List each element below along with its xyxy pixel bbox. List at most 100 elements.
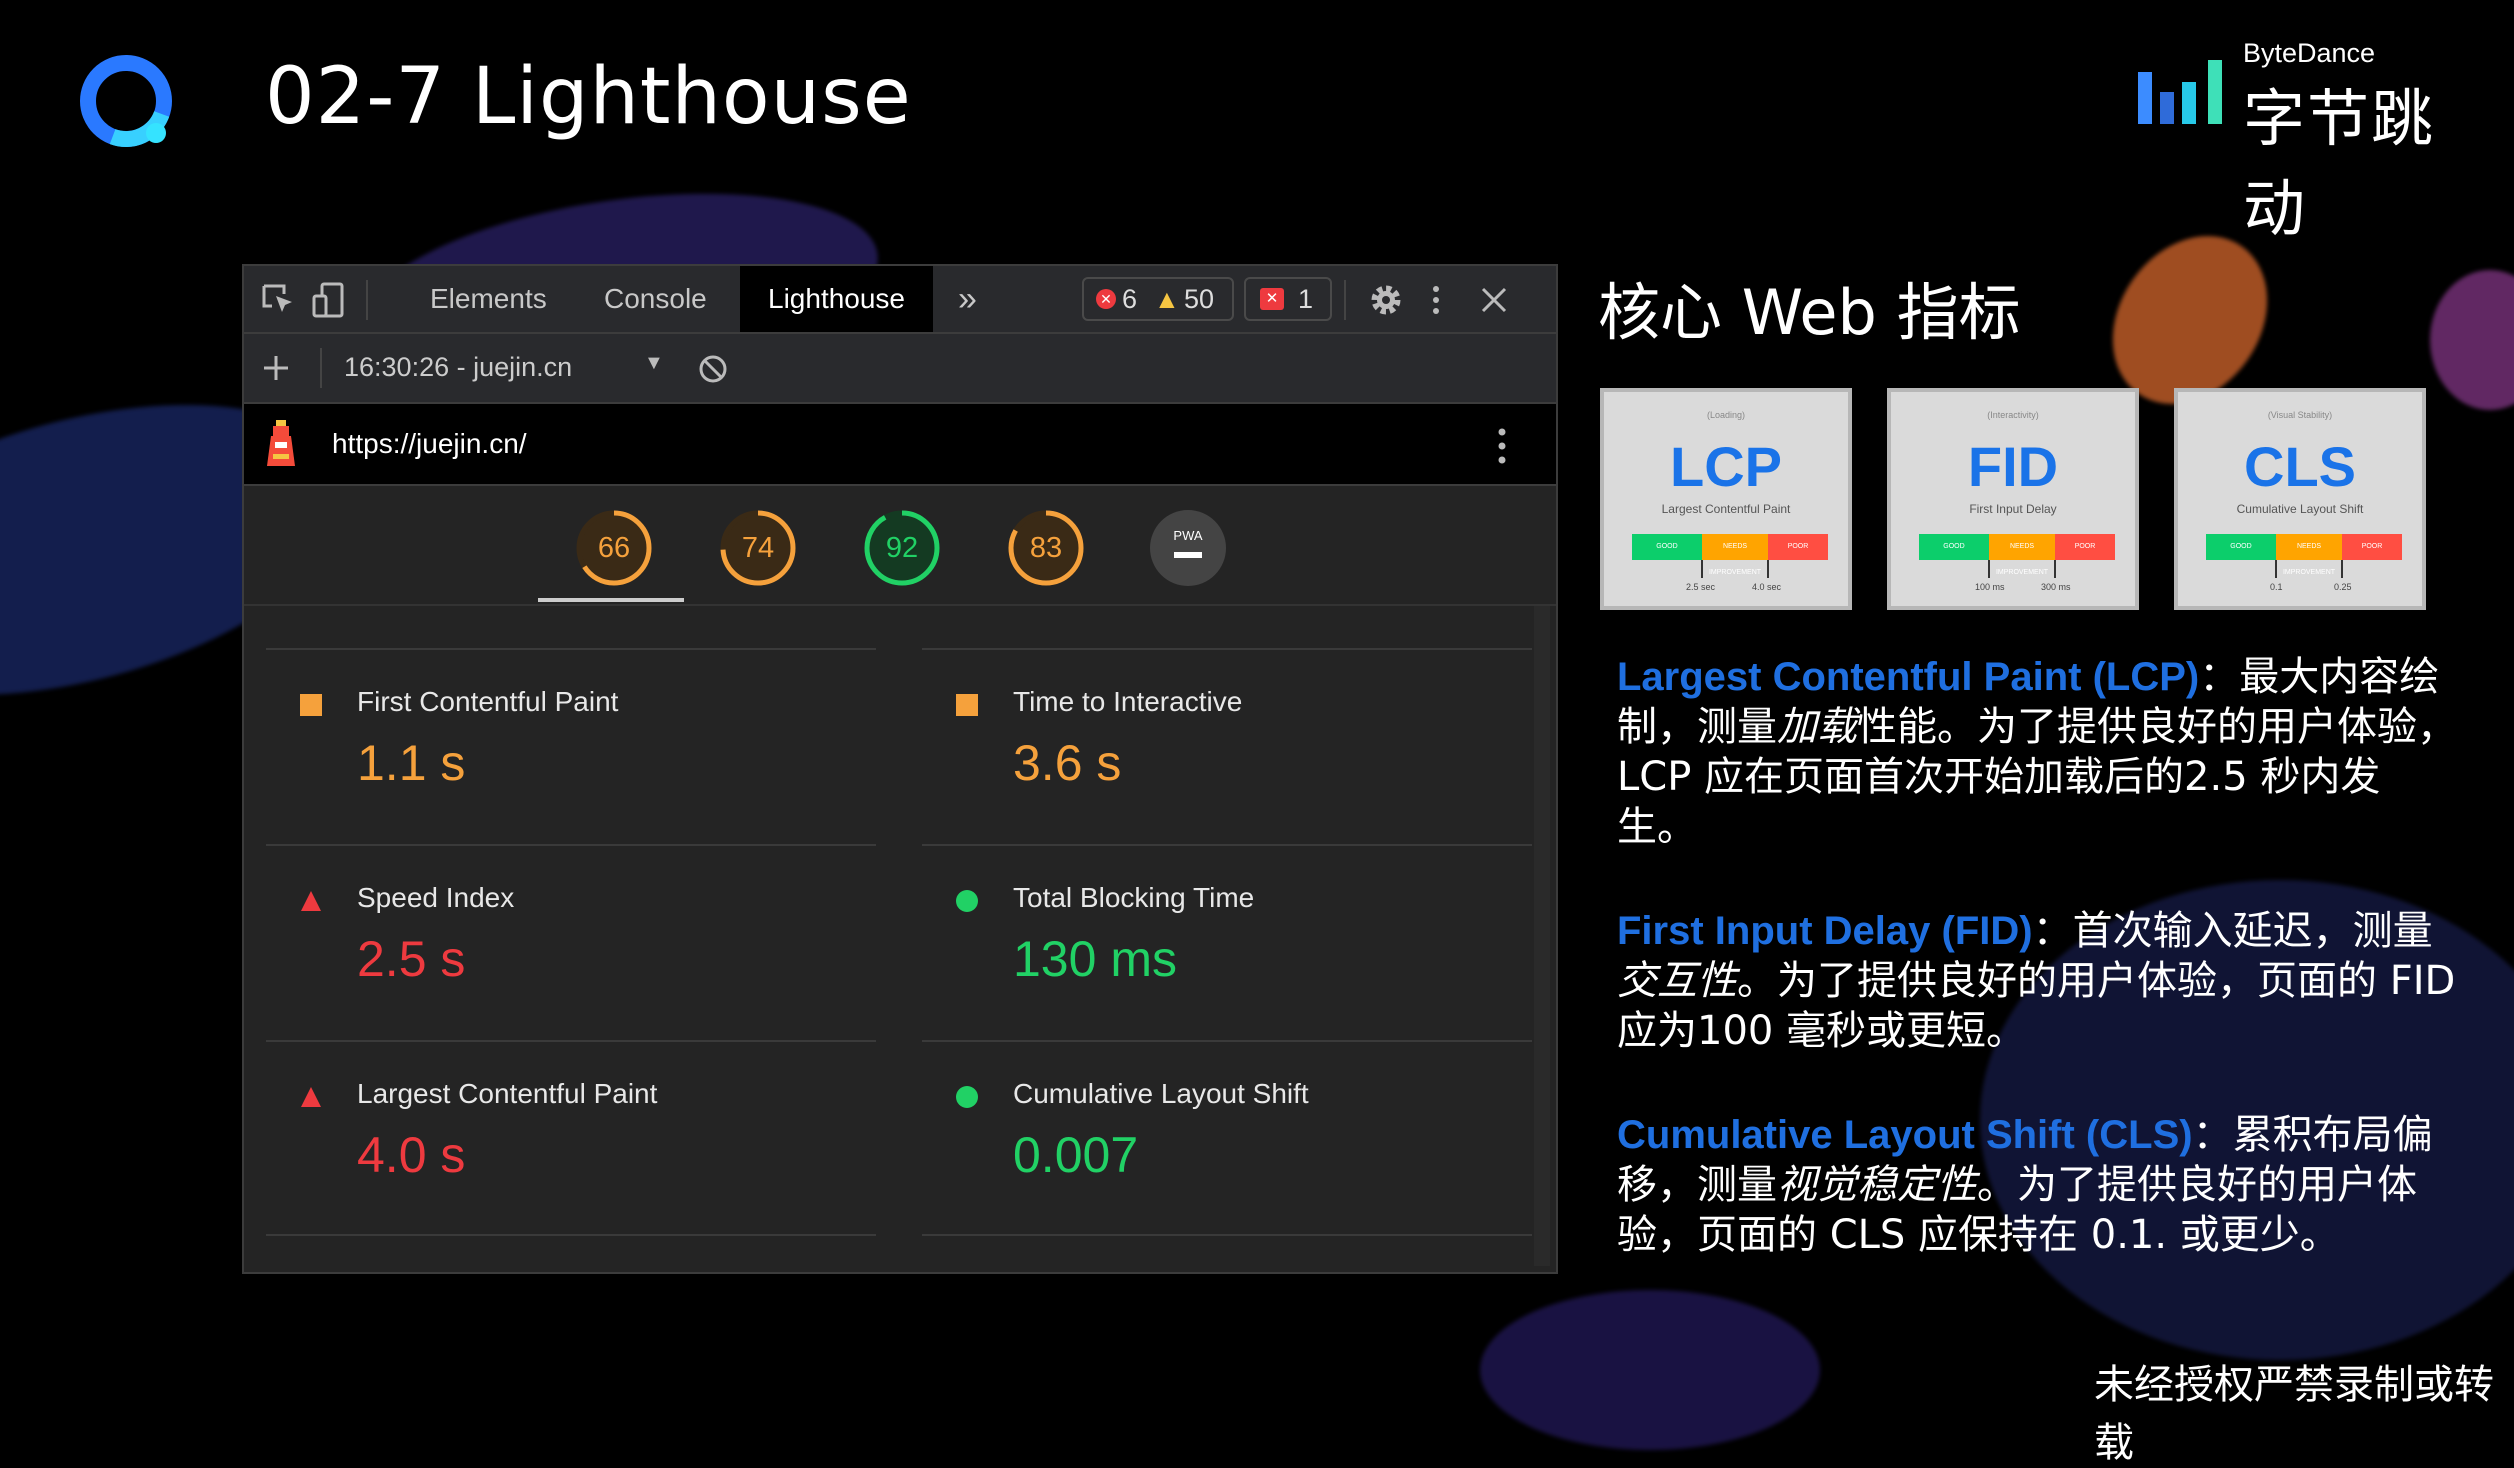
threshold-tick [1767, 560, 1769, 578]
bytedance-logo-icon [2138, 60, 2222, 124]
metric-largest-contentful-paint: Largest Contentful Paint 4.0 s [266, 1040, 876, 1236]
error-count: 6 [1122, 284, 1138, 314]
settings-gear-icon[interactable] [1366, 280, 1406, 320]
clear-block-icon[interactable] [696, 352, 730, 386]
metric-label: Speed Index [357, 882, 515, 913]
score-accessibility: 74 [741, 532, 775, 564]
score-gauge-seo[interactable]: 83 [1006, 508, 1086, 588]
new-report-plus-icon[interactable] [258, 350, 294, 386]
issues-badge[interactable]: ✕ 1 [1244, 277, 1332, 321]
orange-square-icon [300, 694, 322, 716]
fid-keyword: First Input Delay (FID) [1617, 909, 2033, 953]
score-gauge-performance[interactable]: 66 [574, 508, 654, 588]
more-options-icon[interactable] [1416, 280, 1456, 320]
fid-description: First Input Delay (FID)：首次输入延迟，测量交互性。为了提… [1617, 906, 2457, 1056]
error-icon: ✕ [1096, 289, 1116, 309]
slide-title: 02-7 Lighthouse [265, 52, 912, 142]
metric-label: Total Blocking Time [1013, 882, 1255, 913]
threshold-tick [2275, 560, 2277, 578]
console-badge[interactable]: ✕ 6 ▲ 50 [1082, 277, 1234, 321]
metric-first-contentful-paint: First Contentful Paint 1.1 s [266, 648, 876, 844]
devtools-tabbar: Elements Console Lighthouse » ✕ 6 ▲ 50 ✕… [244, 266, 1556, 334]
fid-text-b: 。为了提供良好的用户体验，页面的 FID 应为100 毫秒或更短。 [1617, 958, 2456, 1054]
card-full-name: First Input Delay [1969, 502, 2057, 516]
metric-time-to-interactive: Time to Interactive 3.6 s [922, 648, 1532, 844]
metric-value: 130 ms [1013, 931, 1177, 987]
metric-label: Largest Contentful Paint [357, 1078, 658, 1109]
fid-text-a: ：首次输入延迟，测量 [2032, 908, 2433, 954]
bar-good: GOOD [1632, 534, 1702, 560]
green-circle-icon [956, 1086, 978, 1108]
threshold-tick [2341, 560, 2343, 578]
threshold-bar: GOOD NEEDS IMPROVEMENT POOR [1919, 534, 2115, 576]
score-best-practices: 92 [885, 532, 919, 564]
core-web-vitals-heading: 核心 Web 指标 [1598, 276, 2021, 349]
card-category: (Loading) [1706, 410, 1746, 420]
metric-total-blocking-time: Total Blocking Time 130 ms [922, 844, 1532, 1040]
lighthouse-toolbar: 16:30:26 - juejin.cn ▼ [244, 334, 1556, 404]
brand-english: ByteDance [2243, 38, 2376, 68]
device-toolbar-icon[interactable] [308, 280, 348, 320]
bar-good: GOOD [2206, 534, 2276, 560]
card-category: (Interactivity) [1987, 410, 2039, 420]
report-url-bar: https://juejin.cn/ [244, 404, 1556, 486]
bar-needs-improvement: NEEDS IMPROVEMENT [2276, 534, 2342, 576]
warning-count: 50 [1184, 284, 1215, 314]
active-gauge-underline [538, 598, 684, 602]
app-logo [80, 55, 172, 147]
report-select-value: 16:30:26 - juejin.cn [344, 352, 573, 382]
issue-icon: ✕ [1260, 288, 1284, 310]
threshold-2: 4.0 sec [1752, 582, 1782, 592]
threshold-2: 0.25 [2334, 582, 2352, 592]
metric-value: 0.007 [1013, 1127, 1139, 1183]
tab-lighthouse[interactable]: Lighthouse [740, 266, 934, 332]
score-gauge-accessibility[interactable]: 74 [718, 508, 798, 588]
bytedance-brand: ByteDance 字节跳动 [2138, 38, 2478, 245]
lcp-description: Largest Contentful Paint (LCP)：最大内容绘制，测量… [1617, 652, 2457, 852]
metric-cumulative-layout-shift: Cumulative Layout Shift 0.007 [922, 1040, 1532, 1236]
threshold-1: 2.5 sec [1686, 582, 1716, 592]
report-select[interactable]: 16:30:26 - juejin.cn ▼ [344, 334, 674, 402]
lcp-keyword: Largest Contentful Paint (LCP) [1617, 655, 2200, 699]
metric-value: 1.1 s [357, 735, 466, 791]
bar-poor: POOR [2055, 534, 2115, 560]
url-more-options-icon[interactable] [1490, 424, 1514, 468]
green-circle-icon [956, 890, 978, 912]
score-performance: 66 [597, 532, 631, 564]
devtools-panel: Elements Console Lighthouse » ✕ 6 ▲ 50 ✕… [242, 264, 1558, 1274]
metric-label: Cumulative Layout Shift [1013, 1078, 1309, 1109]
cls-emphasis: 视觉稳定性 [1777, 1162, 1977, 1208]
card-fid: (Interactivity) FID First Input Delay GO… [1887, 388, 2139, 610]
score-gauge-best-practices[interactable]: 92 [862, 508, 942, 588]
warning-icon: ▲ [1154, 284, 1180, 314]
score-gauges: 66 74 92 83 PWA [244, 486, 1556, 606]
card-abbr: CLS [2244, 435, 2356, 498]
pwa-badge[interactable]: PWA [1148, 508, 1228, 588]
red-triangle-icon [301, 891, 321, 911]
pwa-label: PWA [1173, 528, 1203, 543]
metric-speed-index: Speed Index 2.5 s [266, 844, 876, 1040]
copyright-notice: 未经授权严禁录制或转载 [2094, 1362, 2494, 1466]
metric-label: Time to Interactive [1013, 686, 1243, 717]
card-abbr: FID [1967, 435, 2059, 498]
inspect-element-icon[interactable] [258, 280, 298, 320]
metric-value: 3.6 s [1013, 735, 1122, 791]
threshold-tick [1701, 560, 1703, 578]
more-tabs-chevron-icon[interactable]: » [958, 266, 977, 332]
close-icon[interactable] [1474, 280, 1514, 320]
bar-good: GOOD [1919, 534, 1989, 560]
threshold-bar: GOOD NEEDS IMPROVEMENT POOR [2206, 534, 2402, 576]
report-url[interactable]: https://juejin.cn/ [332, 428, 527, 460]
metric-value: 2.5 s [357, 931, 466, 987]
lighthouse-logo-icon [267, 420, 295, 466]
cls-description: Cumulative Layout Shift (CLS)：累积布局偏移，测量视… [1617, 1110, 2457, 1260]
tab-elements[interactable]: Elements [430, 266, 547, 332]
card-full-name: Cumulative Layout Shift [2236, 502, 2364, 516]
dropdown-triangle-icon: ▼ [644, 352, 664, 374]
fid-emphasis: 交互性 [1617, 958, 1737, 1004]
card-cls: (Visual Stability) CLS Cumulative Layout… [2174, 388, 2426, 610]
tab-console[interactable]: Console [604, 266, 707, 332]
threshold-1: 0.1 [2270, 582, 2283, 592]
metrics-scrollbar[interactable] [1534, 606, 1550, 1266]
issue-count: 1 [1298, 284, 1314, 314]
